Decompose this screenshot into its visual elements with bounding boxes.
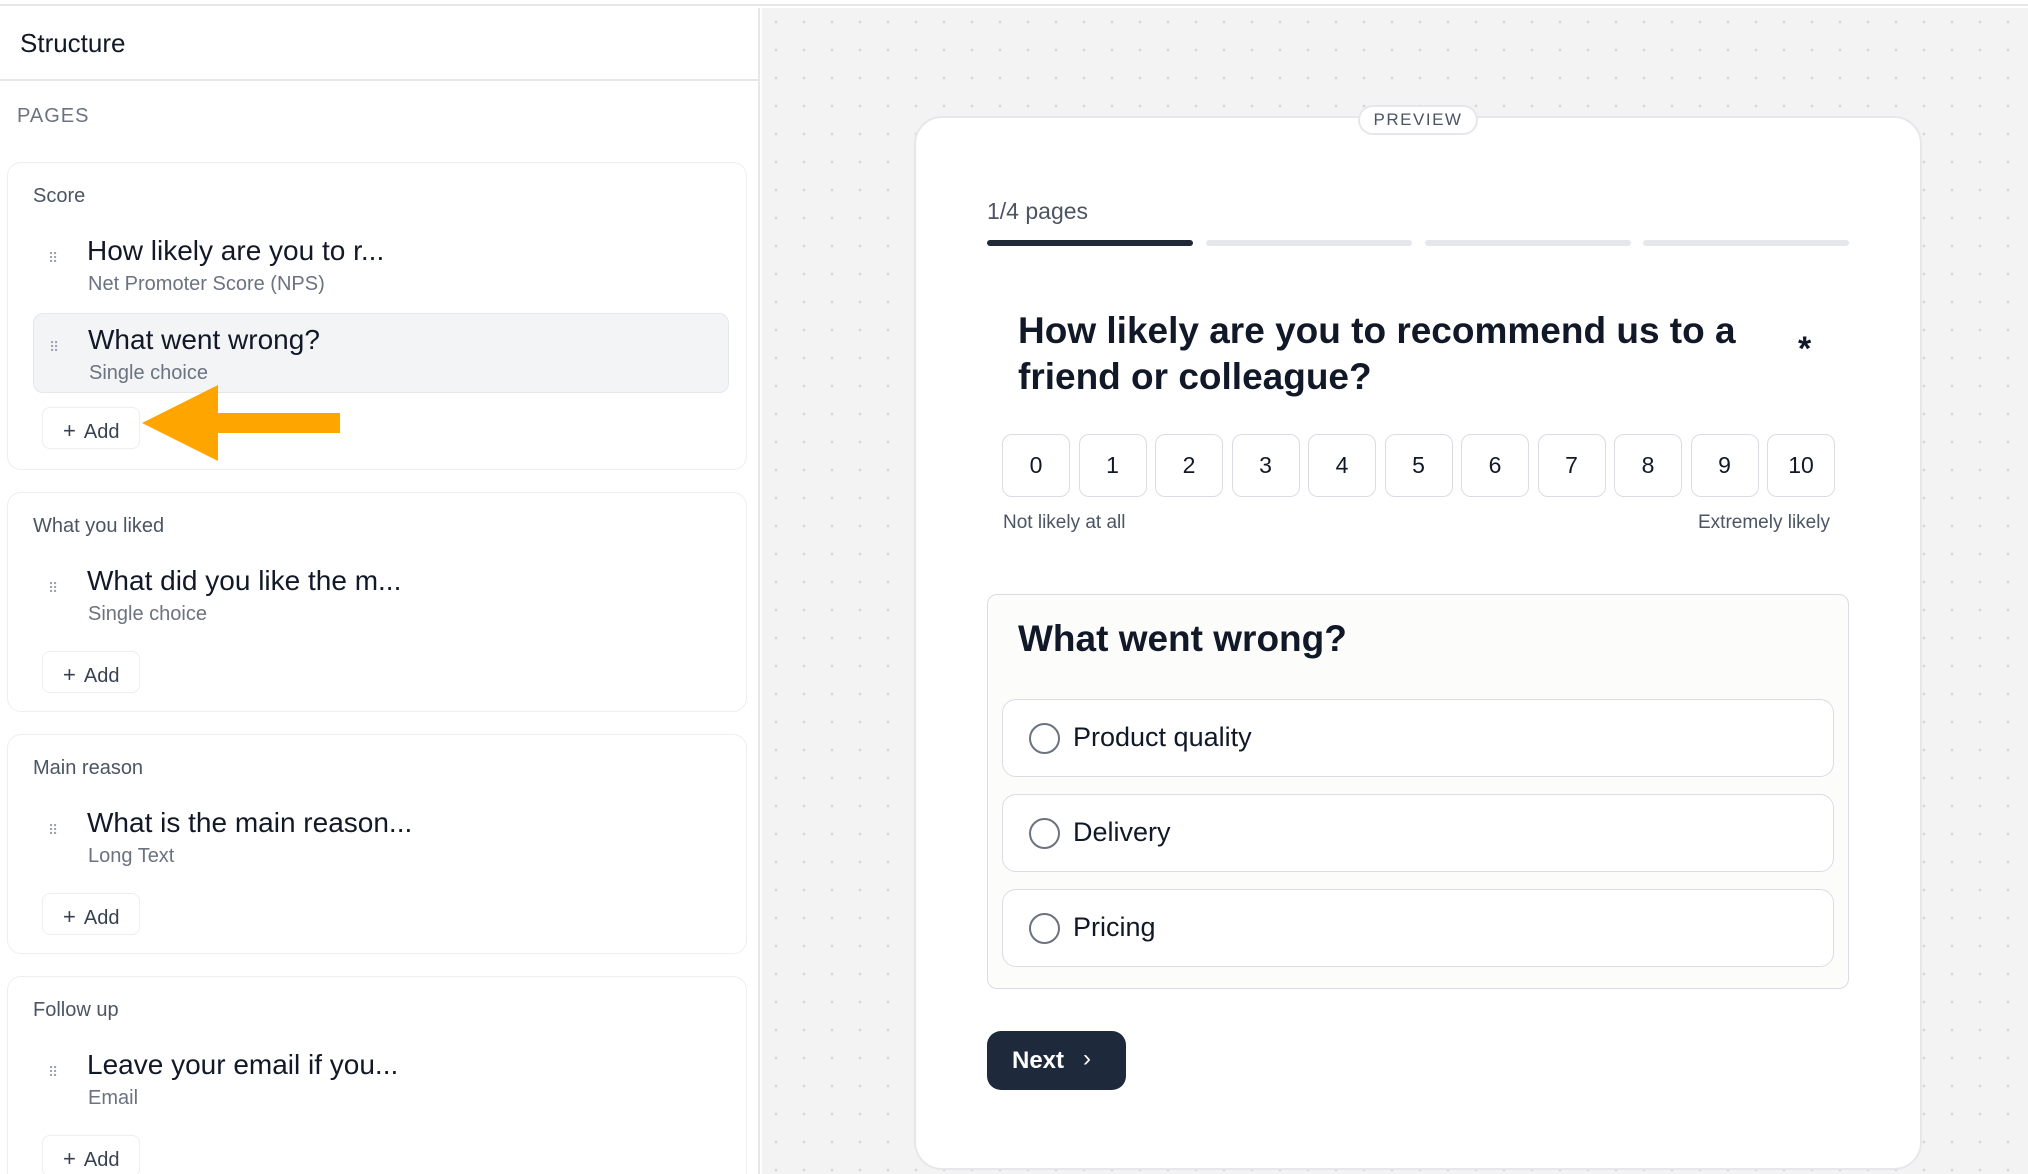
chevron-right-icon: › bbox=[1083, 1045, 1091, 1072]
next-label: Next bbox=[1012, 1047, 1065, 1074]
drag-handle-icon[interactable]: ⠿ bbox=[48, 251, 60, 275]
nps-option-7[interactable]: 7 bbox=[1537, 434, 1606, 497]
nps-option-6[interactable]: 6 bbox=[1461, 434, 1529, 497]
option-label: Delivery bbox=[1073, 817, 1171, 847]
nps-question-title: How likely are you to recommend us to a … bbox=[1018, 310, 1736, 397]
nps-option-4[interactable]: 4 bbox=[1308, 434, 1376, 497]
plus-icon: + bbox=[63, 1146, 76, 1171]
nps-option-2[interactable]: 2 bbox=[1155, 434, 1223, 497]
page-title: Follow up bbox=[33, 999, 119, 1021]
next-button[interactable]: Next › bbox=[987, 1031, 1126, 1090]
question-title: What went wrong? bbox=[88, 324, 320, 355]
nps-option-9[interactable]: 9 bbox=[1690, 434, 1759, 497]
add-question-button[interactable]: + Add bbox=[42, 893, 140, 935]
radio-button[interactable] bbox=[1029, 818, 1060, 849]
question-item-leave-email[interactable]: ⠿ Leave your email if you... Email bbox=[33, 1039, 729, 1119]
top-border bbox=[0, 0, 2028, 6]
question-title: What is the main reason... bbox=[87, 807, 413, 838]
nps-option-3[interactable]: 3 bbox=[1231, 434, 1300, 497]
question-type: Email bbox=[88, 1087, 139, 1109]
preview-tag: PREVIEW bbox=[1358, 105, 1478, 135]
plus-icon: + bbox=[63, 418, 76, 443]
question-item-what-did-you-like[interactable]: ⠿ What did you like the m... Single choi… bbox=[33, 555, 729, 635]
add-question-button[interactable]: + Add bbox=[42, 1135, 140, 1174]
nps-low-label: Not likely at all bbox=[1003, 512, 1126, 533]
page-title: What you liked bbox=[33, 515, 165, 537]
question-item-what-went-wrong[interactable]: ⠿ What went wrong? Single choice bbox=[33, 313, 729, 393]
question-item-main-reason[interactable]: ⠿ What is the main reason... Long Text bbox=[33, 797, 729, 877]
page-title: Main reason bbox=[33, 757, 144, 779]
add-question-button[interactable]: + Add bbox=[42, 651, 140, 693]
nps-high-label: Extremely likely bbox=[1698, 512, 1830, 533]
choice-option-pricing[interactable]: Pricing bbox=[1002, 889, 1834, 967]
add-label: Add bbox=[83, 665, 120, 687]
plus-icon: + bbox=[63, 662, 76, 687]
choice-option-delivery[interactable]: Delivery bbox=[1002, 794, 1834, 872]
pages-section-label: PAGES bbox=[17, 105, 90, 127]
page-card-what-you-liked: What you liked ⠿ What did you like the m… bbox=[7, 492, 747, 712]
drag-handle-icon[interactable]: ⠿ bbox=[48, 823, 60, 847]
progress-text: 1/4 pages bbox=[987, 198, 1089, 224]
radio-button[interactable] bbox=[1029, 913, 1060, 944]
add-label: Add bbox=[83, 907, 120, 929]
add-label: Add bbox=[83, 1149, 120, 1171]
option-label: Product quality bbox=[1073, 722, 1252, 752]
question-type: Single choice bbox=[88, 603, 207, 625]
choice-option-product-quality[interactable]: Product quality bbox=[1002, 699, 1834, 777]
option-label: Pricing bbox=[1073, 912, 1156, 942]
structure-title: Structure bbox=[0, 8, 758, 81]
nps-option-1[interactable]: 1 bbox=[1078, 434, 1147, 497]
plus-icon: + bbox=[63, 904, 76, 929]
question-title: What did you like the m... bbox=[87, 565, 402, 596]
page-title: Score bbox=[33, 185, 86, 207]
nps-option-8[interactable]: 8 bbox=[1614, 434, 1682, 497]
drag-handle-icon[interactable]: ⠿ bbox=[49, 340, 61, 364]
question-title: Leave your email if you... bbox=[87, 1049, 399, 1080]
drag-handle-icon[interactable]: ⠿ bbox=[48, 1065, 60, 1089]
required-mark: * bbox=[1798, 330, 1812, 368]
nps-option-10[interactable]: 10 bbox=[1767, 434, 1835, 497]
radio-button[interactable] bbox=[1029, 723, 1060, 754]
drag-handle-icon[interactable]: ⠿ bbox=[48, 581, 60, 605]
question-type: Net Promoter Score (NPS) bbox=[88, 273, 325, 295]
choice-question-title: What went wrong? bbox=[1018, 618, 1347, 659]
add-label: Add bbox=[83, 421, 120, 443]
nps-option-0[interactable]: 0 bbox=[1002, 434, 1070, 497]
page-card-follow-up: Follow up ⠿ Leave your email if you... E… bbox=[7, 976, 747, 1174]
question-type: Long Text bbox=[88, 845, 175, 867]
page-card-main-reason: Main reason ⠿ What is the main reason...… bbox=[7, 734, 747, 954]
question-item-nps[interactable]: ⠿ How likely are you to r... Net Promote… bbox=[33, 225, 729, 305]
progress-segment-1 bbox=[987, 240, 1193, 246]
progress-segment-3 bbox=[1425, 240, 1631, 246]
arrow-pointer-icon bbox=[142, 385, 340, 461]
question-title: How likely are you to r... bbox=[87, 235, 385, 266]
page-card-score: Score ⠿ How likely are you to r... Net P… bbox=[7, 162, 747, 470]
progress-segment-4 bbox=[1643, 240, 1849, 246]
progress-segment-2 bbox=[1206, 240, 1412, 246]
add-question-button[interactable]: + Add bbox=[42, 407, 140, 449]
nps-option-5[interactable]: 5 bbox=[1384, 434, 1453, 497]
question-type: Single choice bbox=[89, 362, 208, 384]
